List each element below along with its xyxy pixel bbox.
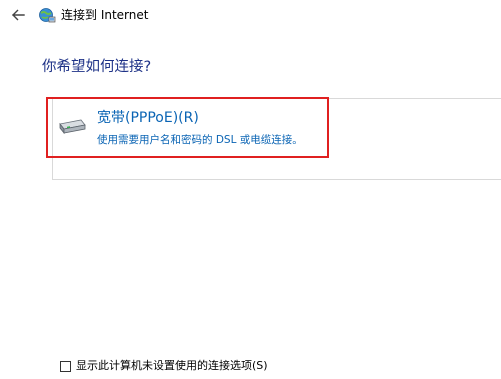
- option-description: 使用需要用户名和密码的 DSL 或电缆连接。: [97, 134, 303, 146]
- back-arrow-icon: [12, 9, 25, 21]
- option-broadband-pppoe[interactable]: 宽带(PPPoE)(R) 使用需要用户名和密码的 DSL 或电缆连接。: [46, 97, 329, 158]
- checkbox-label: 显示此计算机未设置使用的连接选项(S): [76, 359, 268, 372]
- checkbox-box[interactable]: [60, 360, 71, 372]
- network-globe-icon: [39, 8, 56, 23]
- page-heading: 你希望如何连接?: [42, 59, 152, 75]
- back-button[interactable]: [8, 5, 28, 25]
- connect-to-internet-window: 连接到 Internet 你希望如何连接? 宽带(PPPoE)(R) 使用需要用…: [0, 0, 501, 379]
- broadband-modem-icon: [59, 119, 86, 135]
- option-title: 宽带(PPPoE)(R): [97, 110, 199, 126]
- window-title: 连接到 Internet: [61, 8, 149, 22]
- show-unconfigured-options-checkbox[interactable]: 显示此计算机未设置使用的连接选项(S): [60, 359, 268, 373]
